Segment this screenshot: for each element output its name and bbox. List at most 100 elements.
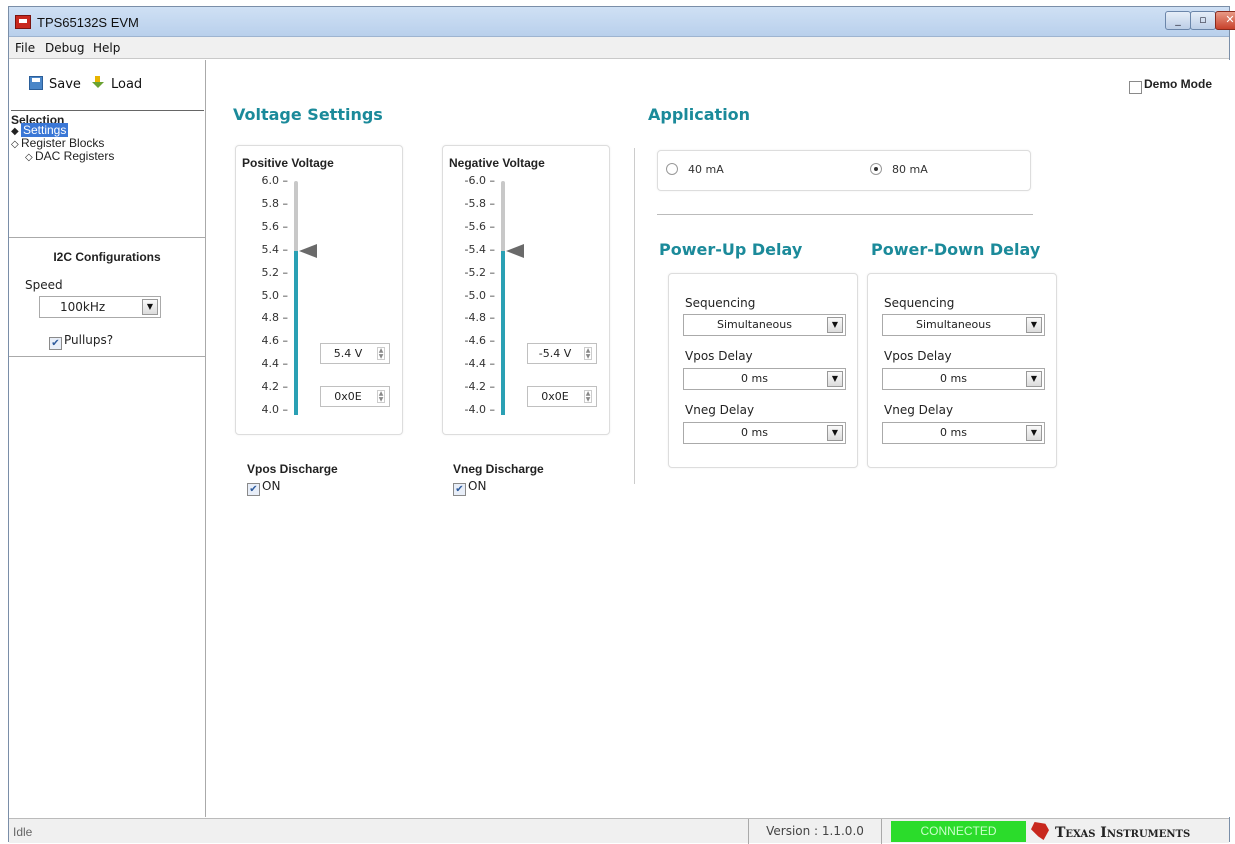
chevron-down-icon[interactable]: ▼ [827,317,843,333]
scale-tick: -4.4 – [457,357,507,371]
scale-tick-label: -5.2 – [464,265,495,279]
slider-thumb[interactable] [299,244,317,259]
window-title: TPS65132S EVM [37,15,139,30]
pu-vneg-delay-select[interactable]: 0 ms ▼ [683,422,846,444]
sidebar-toolbar: Save Load [9,60,205,107]
ti-brand-text: Texas Instruments [1055,825,1191,841]
scale-tick: -4.8 – [457,311,507,325]
menu-debug[interactable]: Debug [45,41,84,55]
radio-40ma-label: 40 mA [688,163,724,176]
pu-vpos-delay-select[interactable]: 0 ms ▼ [683,368,846,390]
scale-tick-label: -5.4 – [464,242,495,256]
chevron-down-icon[interactable]: ▼ [1026,425,1042,441]
speed-label: Speed [25,278,63,292]
positive-voltage-panel: Positive Voltage 6.0 – 5.8 – 5.6 – 5.4 – 5.2… [235,145,403,435]
radio-80ma[interactable]: 80 mA [870,163,928,176]
scale-tick: -6.0 – [457,174,507,188]
spinner-arrows-icon[interactable]: ▲ ▼ [584,347,592,360]
power-down-delay-title: Power-Down Delay [871,240,1041,259]
menu-help[interactable]: Help [93,41,120,55]
pu-sequencing-select[interactable]: Simultaneous ▼ [683,314,846,336]
load-button[interactable]: Load [91,76,142,92]
scale-tick: -4.6 – [457,334,507,348]
scale-tick: 4.4 – [250,357,300,371]
scale-tick-label: 5.0 – [261,288,289,302]
scale-tick-label: 5.8 – [261,196,289,210]
scale-tick-label: 4.4 – [261,357,289,371]
speed-select[interactable]: 100kHz ▼ [39,296,161,318]
checkbox-icon[interactable]: ✔ [1129,81,1142,94]
vneg-discharge-checkbox[interactable]: ✔ ON [453,479,486,496]
scale-tick-label: 5.4 – [261,242,289,256]
power-down-delay-panel: Sequencing Simultaneous ▼ Vpos Delay 0 ms… [867,273,1057,468]
vneg-discharge-label: ON [468,479,487,493]
chevron-down-icon[interactable]: ▼ [1026,317,1042,333]
scale-tick: 4.6 – [250,334,300,348]
application-title: Application [648,105,751,124]
spinner-arrows-icon[interactable]: ▲ ▼ [377,390,385,403]
radio-icon[interactable] [666,163,678,175]
pd-vpos-delay-select[interactable]: 0 ms ▼ [882,368,1045,390]
scale-tick: 4.8 – [250,311,300,325]
pd-vneg-delay-select[interactable]: 0 ms ▼ [882,422,1045,444]
scale-tick-label: -4.6 – [464,334,495,348]
pullups-checkbox[interactable]: ✔ Pullups? [49,333,113,350]
minimize-button[interactable]: _ [1165,11,1191,30]
chevron-down-icon[interactable]: ▼ [1026,371,1042,387]
vneg-discharge-title: Vneg Discharge [453,462,544,476]
pd-sequencing-select[interactable]: Simultaneous ▼ [882,314,1045,336]
negative-voltage-spinner[interactable]: -5.4 V ▲ ▼ [527,343,597,364]
scale-tick: 5.8 – [250,197,300,211]
negative-hex-spinner[interactable]: 0x0E ▲ ▼ [527,386,597,407]
speed-value: 100kHz [60,300,106,314]
checkbox-icon[interactable]: ✔ [453,483,466,496]
navigation-tree: ◆ Settings ◇ Register Blocks ◇ DAC Register… [11,123,204,164]
scale-tick-label: 4.2 – [261,380,289,394]
vpos-discharge-checkbox[interactable]: ✔ ON [247,479,280,496]
save-button[interactable]: Save [29,76,81,92]
tree-item-dac-registers[interactable]: ◇ DAC Registers [11,150,204,164]
main-content: ✔Demo Mode Voltage Settings Positive Vol… [207,60,1230,817]
positive-hex-value: 0x0E [334,390,362,403]
scale-tick: -5.8 – [457,197,507,211]
menu-file[interactable]: File [15,41,35,55]
tree-item-label: Settings [21,123,69,137]
scale-tick-label: -4.0 – [464,403,495,416]
checkbox-icon[interactable]: ✔ [49,337,62,350]
voltage-settings-title: Voltage Settings [233,105,383,124]
chevron-down-icon[interactable]: ▼ [827,371,843,387]
chevron-down-icon[interactable]: ▼ [827,425,843,441]
scale-tick: 4.0 – [250,403,300,417]
negative-voltage-slider[interactable] [501,181,505,415]
scale-tick: -5.0 – [457,289,507,303]
scale-tick-label: 6.0 – [261,174,289,187]
ti-logo-icon [1031,822,1049,840]
radio-80ma-label: 80 mA [892,163,928,176]
pd-vneg-delay-value: 0 ms [940,426,967,439]
pd-sequencing-label: Sequencing [884,296,955,310]
vpos-discharge-label: ON [262,479,281,493]
chevron-down-icon[interactable]: ▼ [142,299,158,315]
load-label: Load [111,77,143,92]
connection-status: CONNECTED [891,821,1026,842]
positive-voltage-spinner[interactable]: 5.4 V ▲ ▼ [320,343,390,364]
scale-tick-label: -4.8 – [464,311,495,325]
scale-tick: -4.2 – [457,380,507,394]
scale-tick-label: 4.0 – [261,403,289,416]
radio-40ma[interactable]: 40 mA [666,163,724,176]
maximize-button[interactable]: ▫ [1190,11,1216,30]
close-button[interactable]: ✕ [1215,11,1235,30]
app-window: TPS65132S EVM _ ▫ ✕ File Debug Help Save… [8,6,1235,844]
demo-mode-label: Demo Mode [1144,77,1213,91]
slider-thumb[interactable] [506,244,524,259]
demo-mode-checkbox[interactable]: ✔Demo Mode [1129,77,1212,94]
positive-voltage-slider[interactable] [294,181,298,415]
radio-selected-icon[interactable] [870,163,882,175]
positive-hex-spinner[interactable]: 0x0E ▲ ▼ [320,386,390,407]
scale-tick-label: -5.6 – [464,219,495,233]
checkbox-icon[interactable]: ✔ [247,483,260,496]
spinner-arrows-icon[interactable]: ▲ ▼ [584,390,592,403]
spinner-arrows-icon[interactable]: ▲ ▼ [377,347,385,360]
scale-tick: -5.4 – [457,243,507,257]
status-bar: Idle Version : 1.1.0.0 CONNECTED Texas I… [9,818,1229,844]
